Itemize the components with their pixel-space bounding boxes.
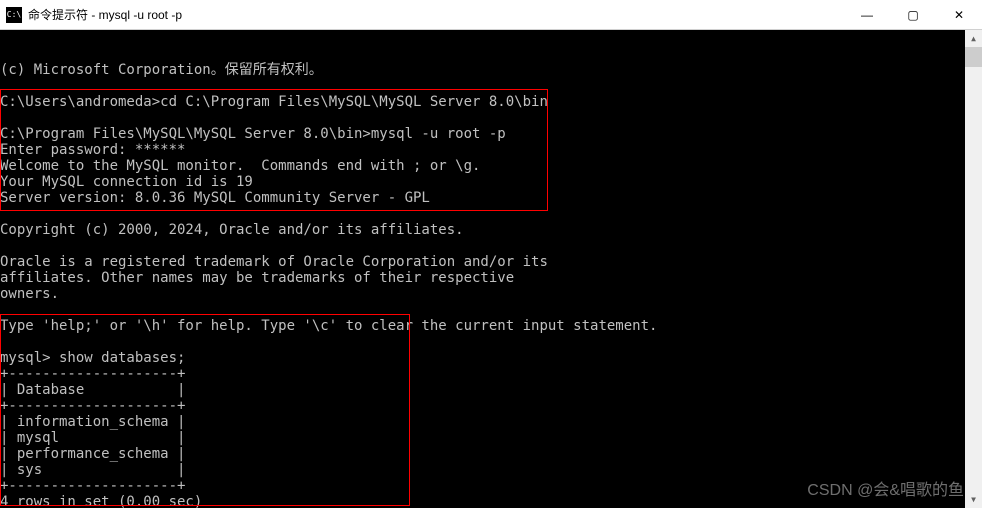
- window-titlebar: C:\ 命令提示符 - mysql -u root -p — ▢ ✕: [0, 0, 982, 30]
- vertical-scrollbar[interactable]: ▲ ▼: [965, 30, 982, 508]
- close-button[interactable]: ✕: [936, 0, 982, 29]
- maximize-button[interactable]: ▢: [890, 0, 936, 29]
- window-title: 命令提示符 - mysql -u root -p: [28, 6, 844, 23]
- scroll-up-arrow-icon[interactable]: ▲: [965, 30, 982, 47]
- cmd-icon: C:\: [6, 7, 22, 23]
- terminal-content: (c) Microsoft Corporation。保留所有权利。 C:\Use…: [0, 62, 982, 508]
- terminal-area[interactable]: (c) Microsoft Corporation。保留所有权利。 C:\Use…: [0, 30, 982, 508]
- window-controls: — ▢ ✕: [844, 0, 982, 29]
- scroll-thumb[interactable]: [965, 47, 982, 67]
- scroll-down-arrow-icon[interactable]: ▼: [965, 491, 982, 508]
- minimize-button[interactable]: —: [844, 0, 890, 29]
